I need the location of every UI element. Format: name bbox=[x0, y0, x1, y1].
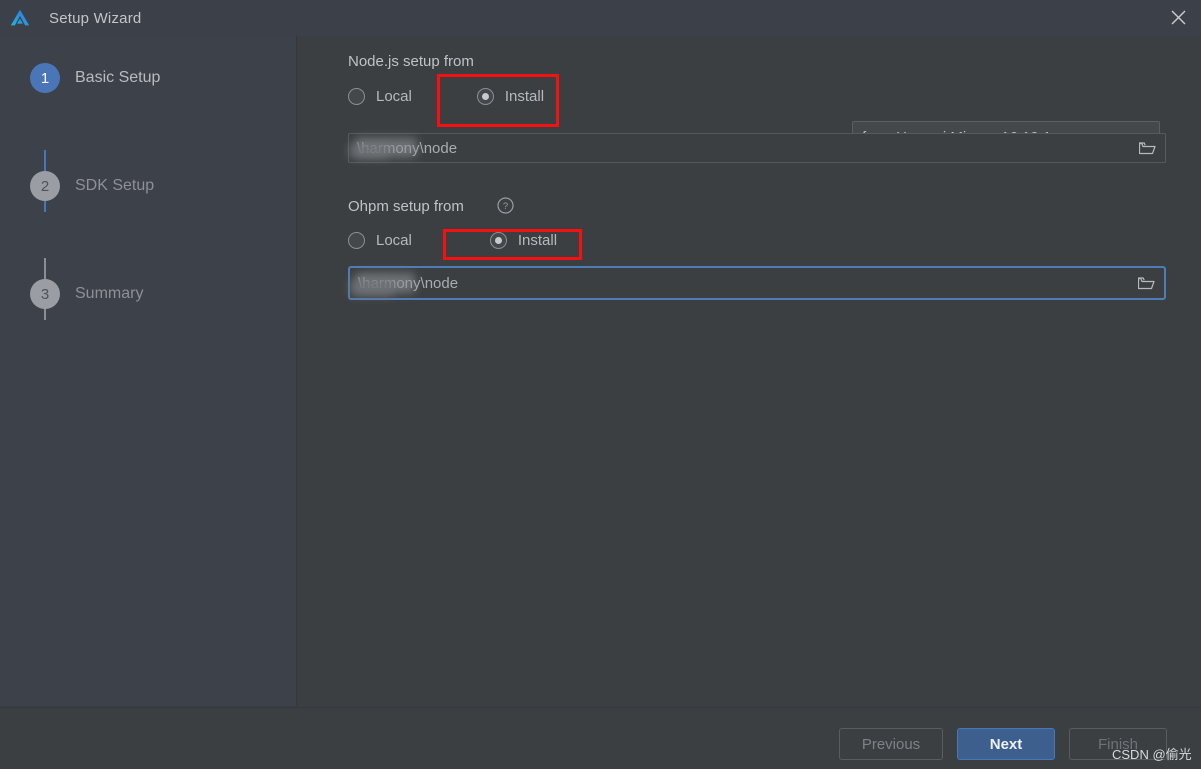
ohpm-browse-folder-icon[interactable] bbox=[1134, 272, 1158, 294]
watermark: CSDN @偷光 bbox=[1112, 747, 1192, 762]
nodejs-browse-folder-icon[interactable] bbox=[1135, 137, 1159, 159]
ohpm-local-radio[interactable]: Local bbox=[348, 232, 412, 249]
ohpm-local-label: Local bbox=[376, 232, 412, 249]
wizard-steps: 1 Basic Setup 2 SDK Setup 3 Summary bbox=[0, 60, 296, 320]
radio-unchecked-icon bbox=[348, 232, 365, 249]
step-label-summary: Summary bbox=[75, 285, 144, 302]
wizard-sidebar: 1 Basic Setup 2 SDK Setup 3 Summary bbox=[0, 36, 297, 706]
step-label-sdk-setup: SDK Setup bbox=[75, 177, 155, 194]
radio-unchecked-icon bbox=[348, 88, 365, 105]
setup-wizard-window: Setup Wizard 1 Basic Setup 2 SDK Setup 3… bbox=[0, 0, 1201, 769]
close-icon[interactable] bbox=[1155, 0, 1201, 35]
step-label-basic-setup: Basic Setup bbox=[75, 69, 161, 86]
previous-button[interactable]: Previous bbox=[839, 728, 943, 760]
radio-checked-icon bbox=[489, 232, 507, 249]
svg-text:?: ? bbox=[503, 201, 508, 212]
nodejs-section-label: Node.js setup from bbox=[348, 53, 474, 70]
ohpm-section-label: Ohpm setup from bbox=[348, 198, 464, 215]
nodejs-path-value: \harmony\node bbox=[357, 139, 458, 157]
question-circle-icon[interactable]: ? bbox=[497, 197, 514, 214]
sidebar-item-summary[interactable]: 3 Summary bbox=[30, 276, 296, 312]
ohpm-path-value: \harmony\node bbox=[358, 274, 459, 292]
ohpm-source-radio-group: Local Install bbox=[348, 232, 567, 249]
window-title: Setup Wizard bbox=[49, 9, 142, 27]
nodejs-path-input[interactable]: \harmony\node bbox=[348, 133, 1166, 163]
step-number-2: 2 bbox=[30, 171, 60, 201]
nodejs-source-radio-group: Local Install bbox=[348, 88, 554, 105]
deveco-logo-icon bbox=[10, 9, 30, 26]
title-bar: Setup Wizard bbox=[0, 0, 1201, 37]
nodejs-local-radio[interactable]: Local bbox=[348, 88, 412, 105]
step-number-3: 3 bbox=[30, 279, 60, 309]
nodejs-install-radio[interactable]: Install bbox=[476, 88, 545, 105]
next-button[interactable]: Next bbox=[957, 728, 1055, 760]
step-number-1: 1 bbox=[30, 63, 60, 93]
sidebar-item-basic-setup[interactable]: 1 Basic Setup bbox=[30, 60, 296, 96]
ohpm-install-radio[interactable]: Install bbox=[489, 232, 558, 249]
radio-checked-icon bbox=[476, 88, 494, 105]
ohpm-install-label: Install bbox=[517, 232, 558, 249]
nodejs-install-label: Install bbox=[504, 88, 545, 105]
ohpm-path-input[interactable]: \harmony\node bbox=[348, 266, 1166, 300]
sidebar-item-sdk-setup[interactable]: 2 SDK Setup bbox=[30, 168, 296, 204]
nodejs-local-label: Local bbox=[376, 88, 412, 105]
main-panel: Node.js setup from Local Install from Hu… bbox=[297, 36, 1201, 706]
footer-bar: Previous Next Finish bbox=[0, 707, 1201, 769]
